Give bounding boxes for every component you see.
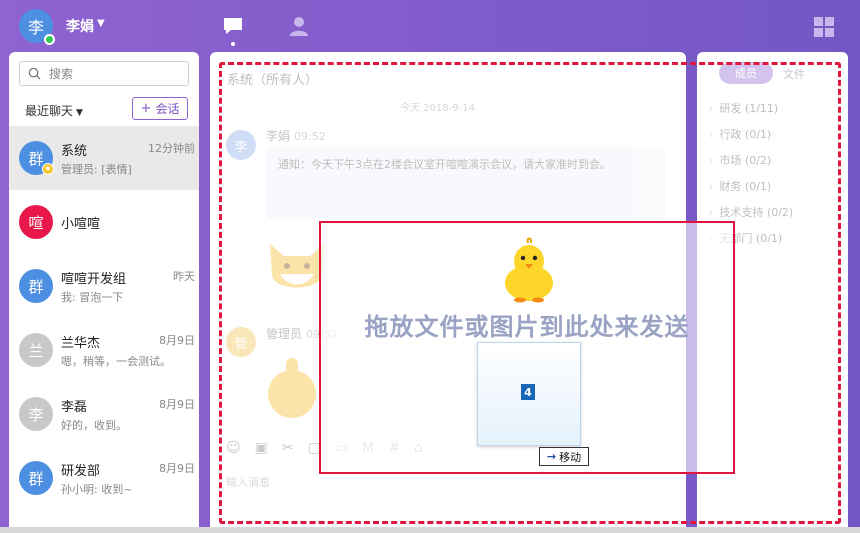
conversation-name: 研发部	[61, 464, 101, 479]
conversation-item[interactable]: 群 研发部 8月9日 孙小明: 收到~	[9, 446, 199, 510]
person-icon[interactable]	[288, 15, 310, 37]
recent-chats-label: 最近聊天	[25, 104, 74, 118]
conversation-time: 昨天	[173, 270, 195, 283]
chick-icon	[505, 237, 553, 303]
search-input[interactable]: 搜索	[19, 61, 189, 86]
conversation-time: 8月9日	[159, 334, 195, 347]
dragged-files-preview: 4	[477, 342, 581, 446]
conversation-last-message: 孙小明: 收到~	[61, 483, 133, 496]
conversation-item[interactable]: 群 喧喧开发组 昨天 我: 冒泡一下	[9, 254, 199, 318]
conversation-time: 8月9日	[159, 398, 195, 411]
user-avatar-char: 李	[27, 18, 44, 37]
avatar: 李	[19, 397, 53, 431]
conversation-item[interactable]: 兰 兰华杰 8月9日 嗯，稍等，一会测试。	[9, 318, 199, 382]
conversation-item[interactable]: 喧 小喧喧	[9, 190, 199, 254]
move-label: 移动	[559, 450, 582, 464]
top-bar: 李 李娟 ▼	[0, 0, 860, 52]
new-chat-label: 会话	[155, 102, 180, 116]
conversation-last-message: 好的，收到。	[61, 419, 127, 432]
conversation-last-message: 嗯，稍等，一会测试。	[61, 355, 171, 368]
conversation-time: 12分钟前	[148, 142, 195, 155]
avatar: 群	[19, 269, 53, 303]
avatar: 喧	[19, 205, 53, 239]
chat-bubble-icon[interactable]	[222, 16, 244, 36]
active-nav-indicator	[231, 42, 235, 46]
user-name[interactable]: 李娟	[66, 16, 94, 36]
search-icon	[28, 67, 41, 80]
plus-icon: +	[140, 101, 152, 116]
avatar: 群	[19, 461, 53, 495]
conversation-name: 兰华杰	[61, 336, 101, 351]
conversation-last-message: 我: 冒泡一下	[61, 291, 124, 304]
conversation-item[interactable]: 群 ★ 系统 12分钟前 管理员: [表情]	[9, 126, 199, 190]
conversation-name: 喧喧开发组	[61, 272, 127, 287]
conversation-name: 小喧喧	[61, 217, 101, 232]
conversation-sidebar: 搜索 最近聊天 ▼ + 会话 群 ★ 系统 12分钟前 管理员: [表情] 喧 小…	[9, 52, 199, 533]
avatar: 兰	[19, 333, 53, 367]
conversation-time: 8月9日	[159, 462, 195, 475]
recent-chats-filter[interactable]: 最近聊天 ▼	[25, 102, 83, 119]
drop-target-box[interactable]: 拖放文件或图片到此处来发送 4 → 移动	[319, 221, 735, 474]
arrow-right-icon: →	[546, 450, 557, 463]
drag-count-badge: 4	[521, 384, 535, 400]
conversation-name: 系统	[61, 144, 88, 159]
search-placeholder: 搜索	[49, 67, 74, 81]
drop-message: 拖放文件或图片到此处来发送	[364, 313, 690, 341]
conversation-item[interactable]: 李 李磊 8月9日 好的，收到。	[9, 382, 199, 446]
star-icon: ★	[42, 163, 54, 175]
chevron-down-icon[interactable]: ▼	[97, 18, 105, 29]
bottom-scrollbar[interactable]	[0, 527, 860, 533]
conversation-name: 李磊	[61, 400, 88, 415]
conversation-last-message: 管理员: [表情]	[61, 163, 132, 176]
move-cursor-label: → 移动	[539, 447, 589, 466]
grid-icon[interactable]	[814, 17, 834, 37]
chevron-down-icon: ▼	[76, 108, 83, 118]
online-status-icon	[44, 34, 55, 45]
new-chat-button[interactable]: + 会话	[132, 97, 188, 120]
